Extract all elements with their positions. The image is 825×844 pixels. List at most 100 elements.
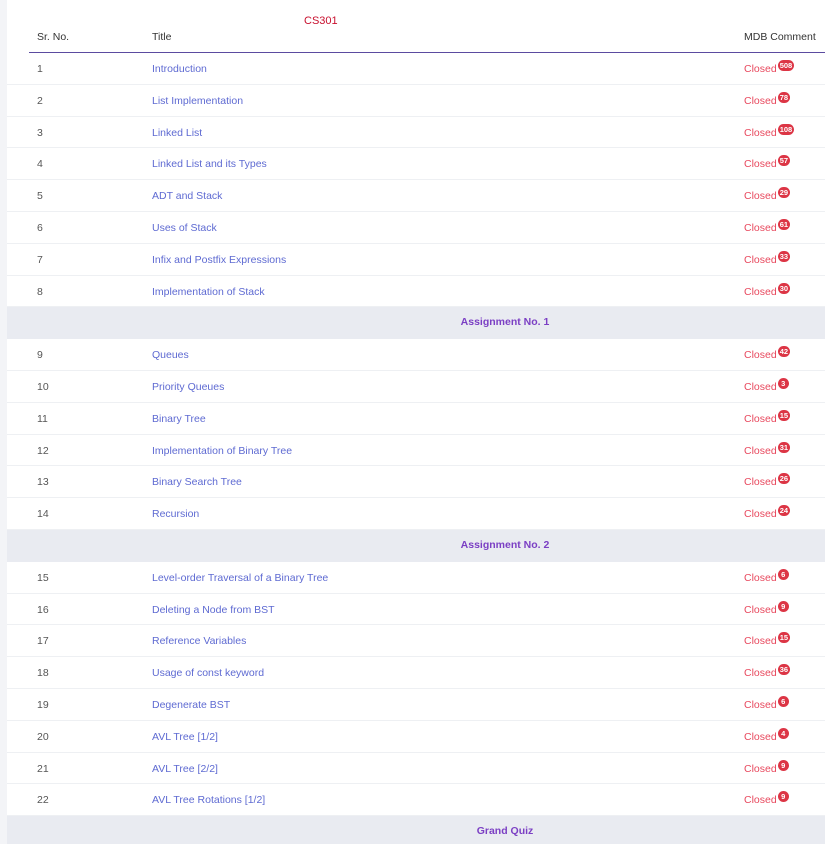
comment-count-badge: 29 xyxy=(777,187,791,199)
comment-count-badge: 57 xyxy=(777,155,791,167)
lesson-title-link[interactable]: Implementation of Binary Tree xyxy=(152,445,292,457)
table-row: 7 Infix and Postfix Expressions Closed 33 xyxy=(7,244,825,276)
header-mdb-comment: MDB Comment xyxy=(744,31,816,43)
mdb-comment-status[interactable]: Closed 42 xyxy=(744,346,791,361)
comment-count-badge: 30 xyxy=(777,282,791,294)
comment-count-badge: 24 xyxy=(777,505,791,517)
lesson-number: 8 xyxy=(37,285,43,298)
lesson-title-link[interactable]: Queues xyxy=(152,349,189,361)
mdb-comment-status[interactable]: Closed 15 xyxy=(744,409,791,425)
lesson-title-link[interactable]: Reference Variables xyxy=(152,635,246,647)
status-label: Closed xyxy=(744,444,777,457)
table-row: 5 ADT and Stack Closed 29 xyxy=(7,180,825,212)
mdb-comment-status[interactable]: Closed 24 xyxy=(744,505,791,520)
status-label: Closed xyxy=(744,94,777,107)
table-row: 14 Recursion Closed 24 xyxy=(7,498,825,530)
comment-count-badge: 9 xyxy=(777,600,789,612)
lesson-table-card: CS301 Sr. No. Title MDB Comment 1 Introdu… xyxy=(7,0,825,844)
comment-count-badge: 36 xyxy=(777,664,791,676)
status-label: Closed xyxy=(744,730,777,743)
lesson-number: 19 xyxy=(37,698,49,711)
table-row: 1 Introduction Closed 508 xyxy=(7,53,825,85)
lesson-number: 2 xyxy=(37,94,43,107)
lesson-number: 5 xyxy=(37,190,43,203)
lesson-title-link[interactable]: Linked List and its Types xyxy=(152,158,267,170)
mdb-comment-status[interactable]: Closed 9 xyxy=(744,759,789,775)
lesson-title-link[interactable]: Degenerate BST xyxy=(152,699,230,711)
lesson-title-link[interactable]: ADT and Stack xyxy=(152,190,222,202)
lesson-title-link[interactable]: Level-order Traversal of a Binary Tree xyxy=(152,572,328,584)
status-label: Closed xyxy=(744,698,777,711)
status-label: Closed xyxy=(744,380,777,393)
mdb-comment-status[interactable]: Closed 6 xyxy=(744,695,789,711)
mdb-comment-status[interactable]: Closed 57 xyxy=(744,155,791,170)
status-label: Closed xyxy=(744,667,777,680)
comment-count-badge: 4 xyxy=(777,727,789,739)
lesson-title-link[interactable]: AVL Tree [2/2] xyxy=(152,763,218,775)
mdb-comment-status[interactable]: Closed 108 xyxy=(744,123,795,139)
status-label: Closed xyxy=(744,285,777,298)
comment-count-badge: 42 xyxy=(777,346,791,358)
mdb-comment-status[interactable]: Closed 61 xyxy=(744,218,791,234)
mdb-comment-status[interactable]: Closed 31 xyxy=(744,441,791,457)
lesson-title-link[interactable]: Uses of Stack xyxy=(152,222,217,234)
mdb-comment-status[interactable]: Closed 33 xyxy=(744,250,791,266)
header-sr-no: Sr. No. xyxy=(37,31,70,43)
header-title: Title xyxy=(152,31,172,43)
table-row: 3 Linked List Closed 108 xyxy=(7,117,825,149)
lesson-title-link[interactable]: Linked List xyxy=(152,127,202,139)
lesson-number: 15 xyxy=(37,571,49,584)
mdb-comment-status[interactable]: Closed 29 xyxy=(744,187,791,202)
comment-count-badge: 3 xyxy=(777,377,789,389)
mdb-comment-status[interactable]: Closed 15 xyxy=(744,632,791,648)
mdb-comment-status[interactable]: Closed 9 xyxy=(744,791,789,806)
mdb-comment-status[interactable]: Closed 4 xyxy=(744,727,789,743)
comment-count-badge: 31 xyxy=(777,441,791,453)
section-separator-label: Grand Quiz xyxy=(476,825,534,838)
table-row: 22 AVL Tree Rotations [1/2] Closed 9 xyxy=(7,784,825,817)
mdb-comment-status[interactable]: Closed 26 xyxy=(744,473,791,488)
lesson-title-link[interactable]: Binary Search Tree xyxy=(152,476,242,488)
status-label: Closed xyxy=(744,635,777,648)
mdb-comment-status[interactable]: Closed 30 xyxy=(744,282,791,298)
table-row: 13 Binary Search Tree Closed 26 xyxy=(7,466,825,499)
table-row: 20 AVL Tree [1/2] Closed 4 xyxy=(7,721,825,753)
lesson-title-link[interactable]: Binary Tree xyxy=(152,413,206,425)
lesson-number: 20 xyxy=(37,730,49,743)
table-row: 9 Queues Closed 42 xyxy=(7,339,825,371)
section-separator: Grand Quiz xyxy=(7,816,825,844)
mdb-comment-status[interactable]: Closed 3 xyxy=(744,377,789,393)
mdb-comment-status[interactable]: Closed 508 xyxy=(744,60,795,75)
lesson-number: 7 xyxy=(37,253,43,266)
lesson-title-link[interactable]: Recursion xyxy=(152,508,199,520)
lesson-number: 11 xyxy=(37,412,48,425)
lesson-title-link[interactable]: AVL Tree [1/2] xyxy=(152,731,218,743)
mdb-comment-status[interactable]: Closed 78 xyxy=(744,91,791,107)
lesson-title-link[interactable]: Priority Queues xyxy=(152,381,224,393)
lesson-title-link[interactable]: Usage of const keyword xyxy=(152,667,264,679)
lesson-number: 10 xyxy=(37,380,49,393)
lesson-number: 13 xyxy=(37,476,49,489)
section-separator-label: Assignment No. 2 xyxy=(460,538,550,551)
lesson-title-link[interactable]: List Implementation xyxy=(152,95,243,107)
table-row: 2 List Implementation Closed 78 xyxy=(7,85,825,117)
lesson-number: 14 xyxy=(37,508,49,521)
lesson-title-link[interactable]: Deleting a Node from BST xyxy=(152,604,275,616)
lesson-number: 16 xyxy=(37,603,49,616)
comment-count-badge: 78 xyxy=(777,91,791,103)
section-separator-label: Assignment No. 1 xyxy=(460,316,550,329)
lesson-title-link[interactable]: Infix and Postfix Expressions xyxy=(152,254,286,266)
mdb-comment-status[interactable]: Closed 6 xyxy=(744,568,789,584)
mdb-comment-status[interactable]: Closed 36 xyxy=(744,664,791,680)
comment-count-badge: 6 xyxy=(777,695,789,707)
comment-count-badge: 61 xyxy=(777,218,791,230)
mdb-comment-status[interactable]: Closed 9 xyxy=(744,600,789,616)
table-row: 17 Reference Variables Closed 15 xyxy=(7,625,825,658)
comment-count-badge: 108 xyxy=(777,123,795,135)
lesson-title-link[interactable]: AVL Tree Rotations [1/2] xyxy=(152,794,265,806)
lesson-number: 22 xyxy=(37,794,49,807)
table-row: 11 Binary Tree Closed 15 xyxy=(7,403,825,435)
lesson-number: 1 xyxy=(37,63,43,75)
lesson-title-link[interactable]: Introduction xyxy=(152,63,207,75)
lesson-title-link[interactable]: Implementation of Stack xyxy=(152,286,265,298)
